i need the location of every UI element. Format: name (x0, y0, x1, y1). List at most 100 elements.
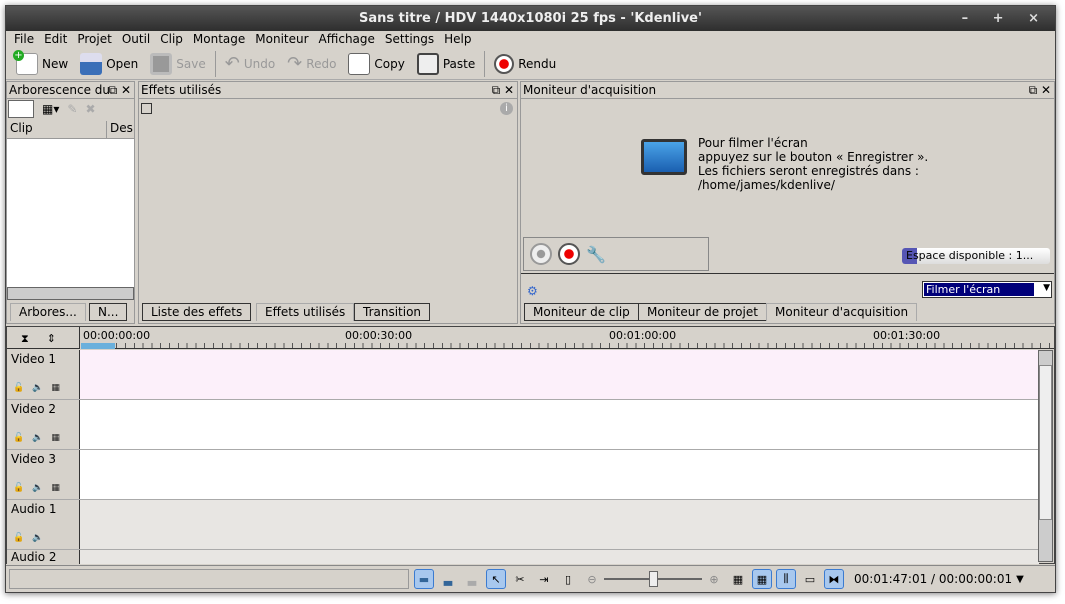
menu-outil[interactable]: Outil (117, 31, 155, 48)
render-button[interactable]: Rendu (488, 50, 562, 78)
tab-label: N... (98, 305, 119, 319)
tab-label: Liste des effets (151, 305, 243, 319)
menu-moniteur[interactable]: Moniteur (250, 31, 313, 48)
track-video-1[interactable]: Video 1 🔓🔈▦ (7, 350, 1039, 400)
config-gear-icon[interactable]: ⚙ (527, 284, 538, 298)
markers-icon[interactable]: ▭ (800, 569, 820, 589)
capture-mode-select[interactable]: Filmer l'écran ▼ (922, 281, 1052, 298)
snap-icon[interactable]: ⧓ (824, 569, 844, 589)
new-button[interactable]: + New (10, 49, 74, 78)
track-audio-1[interactable]: Audio 1 🔓🔈 (7, 500, 1039, 550)
zoom-out-icon[interactable]: ⊖ (582, 569, 602, 589)
window-title: Sans titre / HDV 1440x1080i 25 fps - 'Kd… (359, 11, 702, 26)
timecode-dropdown-icon[interactable]: ▼ (1016, 574, 1024, 585)
lock-audio-video-icons[interactable]: 🔓🔈▦ (13, 383, 68, 393)
undo-button[interactable]: ↶ Undo (219, 50, 281, 78)
capture-message: Pour filmer l'écran appuyez sur le bouto… (698, 136, 928, 192)
free-space-bar: Espace disponible : 1... (902, 248, 1050, 264)
copy-button[interactable]: Copy (342, 50, 410, 78)
tab-label: Arbores... (19, 305, 77, 319)
timecode-display[interactable]: 00:01:47:01 / 00:00:00:01 (854, 572, 1012, 586)
column-header-clip[interactable]: Clip (7, 121, 107, 138)
paste-button[interactable]: Paste (411, 50, 481, 78)
menu-projet[interactable]: Projet (72, 31, 116, 48)
search-input[interactable] (8, 100, 34, 118)
spacer-tool-icon[interactable]: ⇥ (534, 569, 554, 589)
redo-icon: ↷ (287, 53, 303, 74)
lock-audio-icons[interactable]: 🔓🔈 (13, 533, 51, 543)
ripple-mode-icon[interactable]: ▃ (462, 569, 482, 589)
track-name: Video 3 (11, 452, 57, 466)
ruler-label: 00:01:30:00 (873, 329, 941, 342)
tab-moniteur-d-acquisition[interactable]: Moniteur d'acquisition (766, 303, 918, 321)
tab-arborescence[interactable]: Arbores... (10, 303, 86, 321)
save-button[interactable]: Save (144, 50, 211, 78)
add-clip-icon[interactable]: ▦▾ (42, 102, 59, 116)
menu-affichage[interactable]: Affichage (314, 31, 380, 48)
vertical-scrollbar[interactable] (1038, 350, 1053, 562)
undo-icon: ↶ (224, 53, 240, 74)
new-document-icon: + (13, 49, 38, 75)
open-label: Open (106, 56, 139, 71)
paste-icon (416, 52, 439, 75)
track-name: Audio 2 (11, 550, 57, 564)
tab-label: Moniteur d'acquisition (775, 305, 909, 319)
overwrite-mode-icon[interactable]: ▬ (414, 569, 434, 589)
show-thumbnails-icon[interactable]: ▦ (752, 569, 772, 589)
title-bar: Sans titre / HDV 1440x1080i 25 fps - 'Kd… (6, 6, 1055, 31)
save-label: Save (176, 56, 206, 71)
video-thumbnails-icon[interactable]: ▦ (728, 569, 748, 589)
tab-moniteur-de-clip[interactable]: Moniteur de clip (524, 303, 639, 321)
tab-liste-des-effets[interactable]: Liste des effets (142, 303, 252, 321)
track-name: Audio 1 (11, 502, 57, 516)
tab-label: Moniteur de clip (533, 305, 630, 319)
select-tool-icon[interactable]: ↖ (486, 569, 506, 589)
column-header-description[interactable]: Des (107, 121, 133, 138)
insert-mode-icon[interactable]: ▃ (438, 569, 458, 589)
menu-file[interactable]: File (9, 31, 39, 48)
tab-label: Moniteur de projet (647, 305, 758, 319)
menu-clip[interactable]: Clip (155, 31, 188, 48)
track-video-3[interactable]: Video 3 🔓🔈▦ (7, 450, 1039, 500)
menu-montage[interactable]: Montage (188, 31, 250, 48)
menu-help[interactable]: Help (439, 31, 476, 48)
clip-list[interactable]: Clip Des (7, 121, 134, 287)
effect-enable-checkbox[interactable] (141, 103, 152, 114)
tab-effets-utilises[interactable]: Effets utilisés (256, 303, 355, 321)
float-close-icon[interactable]: ⧉ ✕ (492, 82, 514, 99)
settings-wrench-icon[interactable]: 🔧 (586, 245, 606, 264)
zoom-slider[interactable] (604, 571, 702, 587)
toolbar-separator (214, 50, 216, 77)
open-button[interactable]: Open (74, 50, 144, 78)
lock-audio-video-icons[interactable]: 🔓🔈▦ (13, 433, 68, 443)
redo-label: Redo (306, 56, 337, 71)
window-controls[interactable]: – + × (962, 6, 1049, 31)
horizontal-scrollbar[interactable] (7, 287, 134, 300)
new-label: New (42, 56, 69, 71)
redo-button[interactable]: ↷ Redo (281, 50, 342, 78)
delete-clip-icon: ✖ (85, 102, 96, 116)
info-icon[interactable]: i (500, 102, 513, 115)
free-space-label: Espace disponible : 1... (906, 249, 1034, 262)
tab-transition[interactable]: Transition (354, 303, 431, 321)
razor-tool-icon[interactable]: ✂ (510, 569, 530, 589)
tab-notes[interactable]: N... (89, 303, 128, 321)
chevron-down-icon[interactable]: ▼ (1043, 283, 1050, 293)
save-icon (150, 52, 173, 75)
audio-waveform-icon[interactable]: ⫼ (776, 569, 796, 589)
lock-audio-video-icons[interactable]: 🔓🔈▦ (13, 483, 68, 493)
zoom-in-icon[interactable]: ⊕ (704, 569, 724, 589)
float-close-icon[interactable]: ⧉ ✕ (1029, 82, 1051, 99)
menu-edit[interactable]: Edit (39, 31, 72, 48)
stop-button[interactable] (530, 243, 552, 265)
track-audio-2[interactable]: Audio 2 (7, 550, 1039, 564)
timeline-ruler[interactable]: 00:00:00:00 00:00:30:00 00:01:00:00 00:0… (81, 327, 1054, 349)
float-close-icon[interactable]: ⧉ ✕ (109, 82, 131, 99)
track-video-2[interactable]: Video 2 🔓🔈▦ (7, 400, 1039, 450)
menu-settings[interactable]: Settings (380, 31, 439, 48)
tab-moniteur-de-projet[interactable]: Moniteur de projet (638, 303, 767, 321)
playhead-zone[interactable] (81, 343, 115, 349)
record-button[interactable] (558, 243, 580, 265)
fit-zoom-icon[interactable]: ▯ (558, 569, 578, 589)
capture-controls: 🔧 (523, 237, 709, 271)
